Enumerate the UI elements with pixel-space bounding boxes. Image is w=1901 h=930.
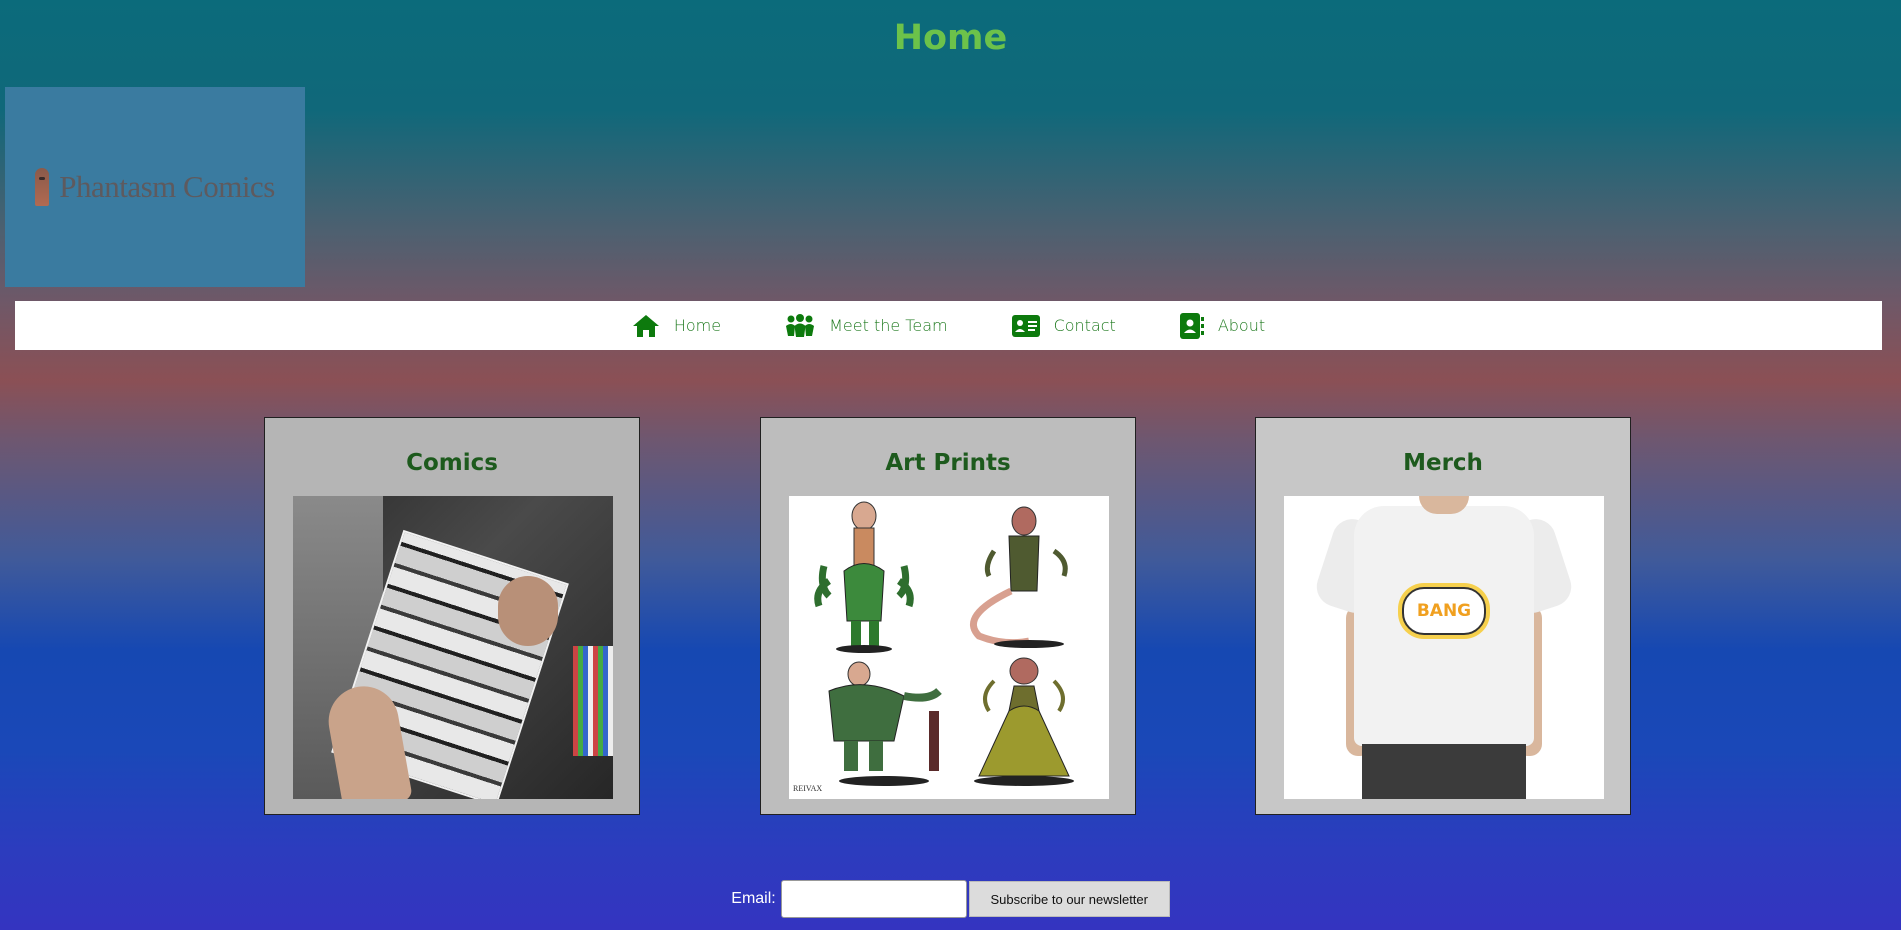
nav-item-meet-the-team[interactable]: Meet the Team [785,313,948,338]
contact-card-icon [1011,314,1040,337]
home-icon [632,314,659,337]
card-title: Merch [1403,450,1483,476]
page-title: Home [893,18,1008,58]
nav-item-about[interactable]: About [1179,312,1266,339]
category-card-comics[interactable]: Comics [264,417,640,815]
email-input[interactable] [780,880,967,918]
site-logo[interactable]: Phantasm Comics [5,87,305,287]
art-illustration [814,501,1074,786]
main-navigation: Home Meet the Team Contact About [15,301,1882,350]
nav-item-label: Contact [1053,316,1116,335]
card-title: Comics [406,450,498,476]
nav-item-home[interactable]: Home [632,314,721,338]
art-prints-image[interactable]: REIVAX [789,496,1109,799]
comic-book-image[interactable] [293,496,613,799]
nav-item-label: Meet the Team [829,316,948,335]
logo-text: Phantasm Comics [59,169,275,204]
nav-item-label: Home [673,316,722,335]
subscribe-button[interactable]: Subscribe to our newsletter [968,881,1170,917]
bang-text: BANG [1402,587,1486,635]
users-icon [786,313,815,337]
card-title: Art Prints [885,450,1011,476]
nav-item-label: About [1217,316,1266,335]
newsletter-form: Email: Subscribe to our newsletter [0,880,1901,918]
address-book-icon [1179,312,1204,339]
artist-signature: REIVAX [793,784,823,793]
category-card-art-prints[interactable]: Art Prints REIVAX [760,417,1136,815]
nav-item-contact[interactable]: Contact [1011,314,1116,337]
email-label: Email: [731,890,776,907]
ghost-logo-icon [35,168,50,206]
bang-graphic: BANG [1394,576,1494,646]
category-card-merch[interactable]: Merch BANG [1255,417,1631,815]
tshirt-image[interactable]: BANG [1284,496,1604,799]
